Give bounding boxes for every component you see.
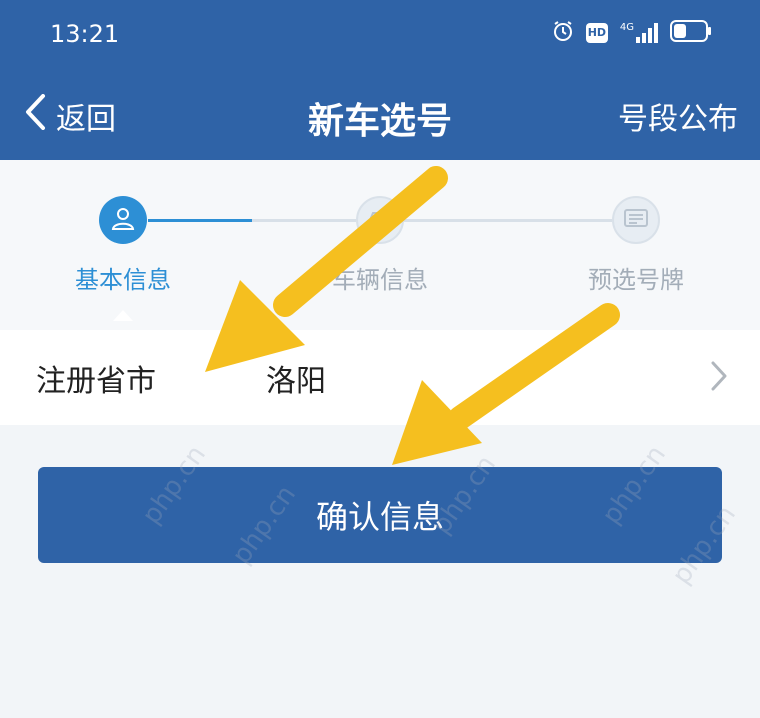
step-connector-done [148,219,252,222]
signal-4g-icon: 4G [620,23,658,43]
step-1-circle [99,196,147,244]
person-icon [110,205,136,235]
segment-announcement-link[interactable]: 号段公布 [618,94,738,138]
active-step-pointer [113,310,133,321]
step-3-label: 预选号牌 [588,266,684,294]
car-icon [367,207,393,233]
step-connector [404,219,612,222]
step-1-label: 基本信息 [75,266,171,294]
chevron-right-icon [710,360,728,396]
register-city-label: 注册省市 [36,363,156,399]
plate-icon [623,207,649,233]
register-city-value: 洛阳 [266,363,326,399]
status-time: 13:21 [50,20,120,48]
register-city-row[interactable]: 注册省市 洛阳 [0,330,760,425]
alarm-icon [552,20,574,46]
step-2-circle [356,196,404,244]
battery-icon [670,20,712,46]
step-2-label: 车辆信息 [332,266,428,294]
step-connector [252,219,356,222]
step-indicator: 基本信息 车辆信息 预选号牌 [0,160,760,330]
app-header: 13:21 HD 4G 返回 新车选号 号段公布 [0,0,760,160]
step-3-circle [612,196,660,244]
hd-icon: HD [585,23,608,43]
status-icons: HD 4G [552,20,712,46]
